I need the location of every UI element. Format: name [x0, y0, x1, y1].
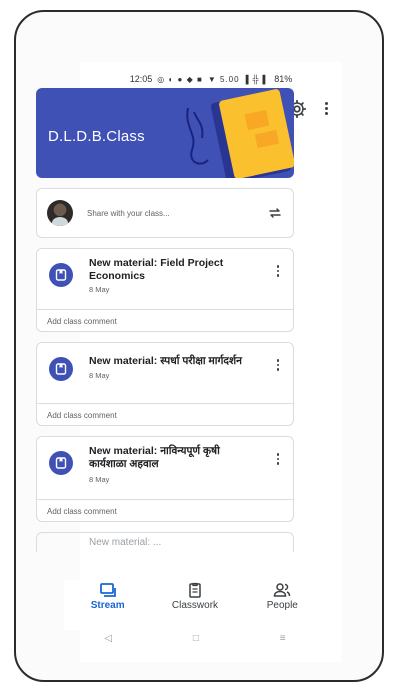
post-date: 8 May [89, 285, 110, 294]
post-title: New material: नाविन्यपूर्ण कृषी कार्यशाळ… [89, 445, 220, 470]
post-header[interactable]: New material: Field Project Economics 8 … [37, 249, 293, 309]
post-more-icon[interactable] [273, 357, 283, 373]
share-placeholder: Share with your class... [87, 208, 170, 218]
status-bar: 12:05 ◎ ◐ ● ◆ ■ ▼ 5.00 ▐ ╬ ▌ 81% [80, 70, 342, 88]
status-time: 12:05 [129, 74, 153, 84]
bottom-navigation: Stream Classwork People [64, 580, 326, 630]
people-icon [274, 583, 291, 597]
back-button[interactable]: ◁ [104, 633, 112, 644]
home-button[interactable]: □ [193, 633, 199, 644]
class-banner[interactable]: D.L.D.B.Class [36, 88, 294, 178]
stream-post-partial[interactable]: New material: ... [36, 532, 294, 552]
stream-icon [99, 583, 116, 597]
signal-icons: ▼ 5.00 ▐ ╬ ▌ [207, 74, 270, 84]
nav-label: Stream [90, 600, 125, 611]
nav-label: People [266, 600, 298, 611]
material-icon [49, 263, 73, 287]
nav-stream[interactable]: Stream [68, 582, 148, 611]
material-icon [49, 451, 73, 475]
add-class-comment[interactable]: Add class comment [37, 403, 293, 427]
add-class-comment[interactable]: Add class comment [37, 309, 293, 333]
post-more-icon[interactable] [273, 263, 283, 279]
nav-people[interactable]: People [242, 582, 322, 611]
add-class-comment[interactable]: Add class comment [37, 499, 293, 523]
post-date: 8 May [89, 371, 110, 380]
post-title: New material: ... [89, 537, 162, 548]
post-title: New material: Field Project Economics [89, 257, 224, 282]
share-with-class-box[interactable]: Share with your class... [36, 188, 294, 238]
more-vert-icon[interactable] [320, 100, 332, 118]
system-navigation: ◁ □ ≡ [64, 628, 326, 648]
post-more-icon[interactable] [273, 451, 283, 467]
notification-icons: ◎ ◐ ● ◆ ■ [157, 74, 203, 84]
post-header[interactable]: New material: स्पर्धा परीक्षा मार्गदर्शन… [37, 343, 293, 403]
classwork-icon [189, 582, 201, 598]
post-header[interactable]: New material: नाविन्यपूर्ण कृषी कार्यशाळ… [37, 437, 293, 499]
repost-icon[interactable] [267, 205, 283, 221]
avatar [47, 200, 73, 226]
stream-post: New material: Field Project Economics 8 … [36, 248, 294, 332]
banner-illustration-icon [186, 89, 294, 178]
battery-level: 81% [274, 74, 293, 84]
nav-label: Classwork [171, 600, 219, 611]
material-icon [49, 357, 73, 381]
stream-post: New material: नाविन्यपूर्ण कृषी कार्यशाळ… [36, 436, 294, 522]
recents-button[interactable]: ≡ [280, 633, 286, 644]
post-date: 8 May [89, 475, 110, 484]
nav-classwork[interactable]: Classwork [155, 582, 235, 611]
stream-post: New material: स्पर्धा परीक्षा मार्गदर्शन… [36, 342, 294, 426]
post-title: New material: स्पर्धा परीक्षा मार्गदर्शन [89, 355, 242, 367]
class-name: D.L.D.B.Class [48, 128, 145, 145]
